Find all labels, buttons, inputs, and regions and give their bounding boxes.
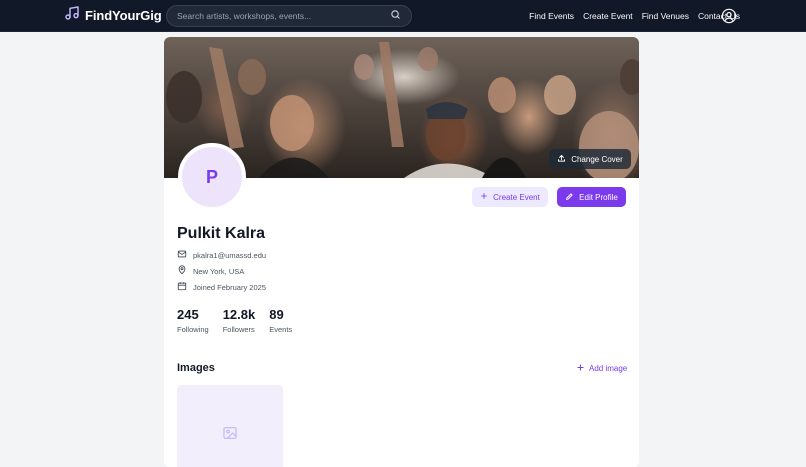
plus-icon (480, 192, 488, 202)
nav-link-find-venues[interactable]: Find Venues (642, 11, 689, 21)
stat-value: 245 (177, 307, 199, 322)
create-event-label: Create Event (493, 192, 540, 202)
nav-link-find-events[interactable]: Find Events (529, 11, 574, 21)
edit-profile-button[interactable]: Edit Profile (557, 187, 626, 207)
stat-value: 12.8k (222, 307, 256, 322)
stat-following[interactable]: 245 Following (177, 307, 209, 334)
user-circle-icon[interactable] (721, 8, 737, 24)
create-event-button[interactable]: Create Event (472, 187, 548, 207)
avatar[interactable]: P (178, 143, 246, 211)
email-row: pkalra1@umassd.edu (177, 249, 266, 261)
search-icon[interactable] (390, 7, 401, 25)
stat-label: Following (177, 325, 209, 334)
stat-label: Events (269, 325, 293, 334)
top-navbar: FindYourGig Find Events Create Event Fin… (0, 0, 806, 32)
brand-name: FindYourGig (85, 8, 162, 23)
add-image-label: Add image (589, 364, 628, 373)
map-pin-icon (177, 265, 187, 277)
profile-joined: Joined February 2025 (193, 282, 266, 292)
profile-card: Change Cover P Create Event Edit Profile… (164, 37, 639, 467)
calendar-icon (177, 281, 187, 293)
add-image-button[interactable]: Add image (576, 363, 627, 374)
location-row: New York, USA (177, 265, 244, 277)
brand[interactable]: FindYourGig (64, 5, 162, 26)
profile-location: New York, USA (193, 266, 245, 276)
images-section-title: Images (177, 362, 215, 374)
profile-email: pkalra1@umassd.edu (193, 250, 267, 260)
avatar-initial: P (205, 166, 218, 187)
profile-name: Pulkit Kalra (177, 225, 266, 242)
stat-label: Followers (222, 325, 255, 334)
search-bar[interactable] (166, 5, 412, 27)
pencil-icon (565, 192, 574, 203)
stat-events[interactable]: 89 Events (269, 307, 292, 334)
image-tile[interactable] (177, 385, 283, 467)
image-placeholder-icon (222, 425, 238, 446)
music-note-icon (64, 5, 80, 26)
mail-icon (177, 249, 187, 261)
profile-stats: 245 Following 12.8k Followers 89 Events (177, 307, 292, 334)
nav-link-create-event[interactable]: Create Event (583, 11, 633, 21)
change-cover-label: Change Cover (571, 154, 623, 164)
change-cover-button[interactable]: Change Cover (549, 149, 631, 169)
edit-profile-label: Edit Profile (579, 192, 618, 202)
joined-row: Joined February 2025 (177, 281, 266, 293)
stat-followers[interactable]: 12.8k Followers (223, 307, 256, 334)
upload-icon (557, 154, 566, 165)
plus-icon (576, 363, 585, 374)
search-input[interactable] (177, 11, 390, 21)
stat-value: 89 (269, 307, 284, 322)
nav-links: Find Events Create Event Find Venues Con… (529, 0, 740, 32)
